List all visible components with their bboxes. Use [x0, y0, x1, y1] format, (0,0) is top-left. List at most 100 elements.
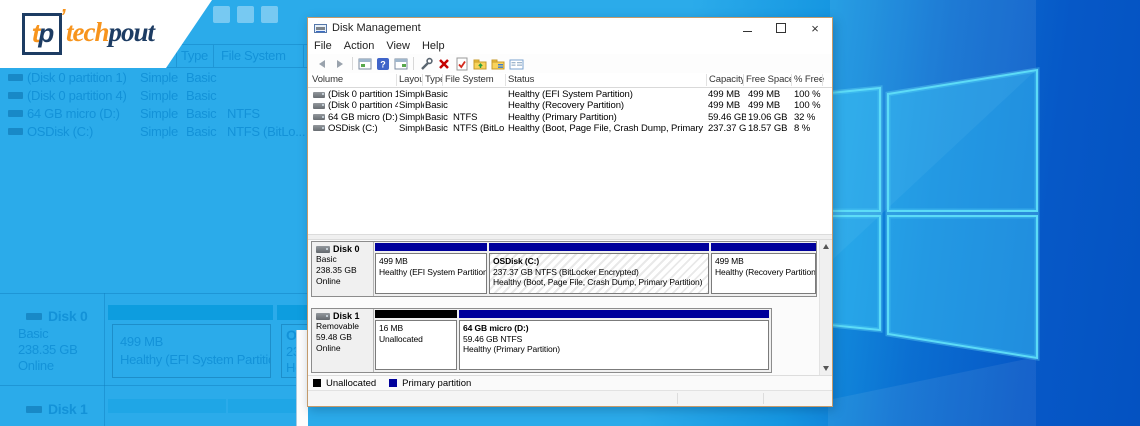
volume-list-pane: Volume Layout Type File System Status Ca…: [308, 73, 832, 234]
scroll-up-button[interactable]: [820, 240, 832, 253]
column-header-capacity[interactable]: Capacity: [709, 73, 743, 87]
column-header-layout[interactable]: Layout: [399, 73, 423, 87]
bg-row-volume: (Disk 0 partition 4): [27, 88, 126, 103]
bg-disk1-name: Disk 1: [48, 401, 87, 417]
scroll-up-icon: [823, 244, 829, 249]
volume-icon: [313, 103, 325, 109]
wallpaper-pane-top-right: [888, 70, 1037, 211]
disk0-partition-recovery[interactable]: 499 MB Healthy (Recovery Partition): [711, 243, 816, 294]
menu-bar: File Action View Help: [308, 38, 832, 55]
scroll-down-icon: [823, 366, 829, 371]
bg-row-volume: (Disk 0 partition 1): [27, 70, 126, 85]
bg-drive-icon: [8, 92, 23, 99]
bg-disk0-name: Disk 0: [48, 308, 87, 324]
folder-options-icon[interactable]: [489, 56, 507, 72]
disk0-partition-efi[interactable]: 499 MB Healthy (EFI System Partition: [375, 243, 487, 294]
legend-label-primary: Primary partition: [402, 378, 471, 389]
delete-volume-icon[interactable]: [435, 56, 453, 72]
techpout-wordmark: techpout: [66, 17, 154, 48]
check-mark-document-icon[interactable]: [453, 56, 471, 72]
menu-view[interactable]: View: [386, 40, 410, 52]
title-bar[interactable]: Disk Management ×: [308, 18, 832, 38]
maximize-icon: [776, 23, 786, 33]
back-icon[interactable]: [313, 56, 331, 72]
disk1-partition-d[interactable]: 64 GB micro (D:) 59.46 GB NTFS Healthy (…: [459, 310, 769, 370]
menu-action[interactable]: Action: [344, 40, 375, 52]
bg-drive-icon: [8, 128, 23, 135]
partition-color-bar: [489, 243, 709, 251]
legend-swatch-primary: [389, 379, 397, 387]
volume-icon: [313, 92, 325, 98]
status-bar: [308, 390, 832, 406]
caption-controls: ×: [730, 18, 832, 38]
ghost-toolbar-icon: [213, 6, 230, 23]
bg-partition-bar: [108, 399, 226, 413]
techpout-logo-mark: tp: [22, 13, 62, 55]
vertical-scrollbar[interactable]: [819, 240, 832, 375]
volume-icon: [313, 125, 325, 131]
minimize-icon: [743, 31, 752, 32]
column-header-type[interactable]: Type: [425, 73, 443, 87]
scroll-down-button[interactable]: [820, 362, 832, 375]
help-icon[interactable]: ?: [374, 56, 392, 72]
partition-color-bar: [459, 310, 769, 318]
disk1-label[interactable]: Disk 1 Removable 59.48 GB Online: [312, 309, 374, 372]
column-header-status[interactable]: Status: [508, 73, 704, 87]
disk0-name: Disk 0: [333, 244, 360, 254]
toolbar: ?: [308, 54, 832, 74]
disk0-row: Disk 0 Basic 238.35 GB Online 499 MB Hea…: [311, 241, 817, 297]
bg-drive-icon: [8, 74, 23, 81]
folder-export-icon[interactable]: [471, 56, 489, 72]
bg-row-volume: OSDisk (C:): [27, 124, 93, 139]
disk1-name: Disk 1: [333, 311, 360, 321]
volume-icon: [313, 114, 325, 120]
bg-col-type: Type: [181, 48, 208, 63]
disk1-unallocated[interactable]: 16 MB Unallocated: [375, 310, 457, 370]
menu-help[interactable]: Help: [422, 40, 445, 52]
forward-icon[interactable]: [331, 56, 349, 72]
table-row[interactable]: 64 GB micro (D:) Simple Basic NTFS Healt…: [308, 112, 832, 123]
list-header: Volume Layout Type File System Status Ca…: [308, 73, 832, 88]
column-header-volume[interactable]: Volume: [312, 73, 396, 87]
disk0-partition-osdisk[interactable]: OSDisk (C:) 237.37 GB NTFS (BitLocker En…: [489, 243, 709, 294]
maximize-button[interactable]: [764, 18, 798, 38]
toolbar-separator: [352, 57, 353, 70]
bg-row-volume: 64 GB micro (D:): [27, 106, 120, 121]
disk-icon: [316, 313, 330, 320]
details-view-icon[interactable]: [507, 56, 525, 72]
disk-icon: [316, 246, 330, 253]
legend-swatch-unallocated: [313, 379, 321, 387]
table-row[interactable]: (Disk 0 partition 1) Simple Basic Health…: [308, 89, 832, 100]
partition-color-bar: [375, 310, 457, 318]
bg-partition-bar: [108, 305, 273, 320]
show-action-pane-icon[interactable]: [392, 56, 410, 72]
disk1-row: Disk 1 Removable 59.48 GB Online 16 MB U…: [311, 308, 772, 373]
disk-management-app-icon: [314, 22, 327, 35]
bg-col-filesystem: File System: [221, 48, 286, 63]
bg-partition-bar: [277, 305, 307, 320]
graphical-view-pane: Disk 0 Basic 238.35 GB Online 499 MB Hea…: [308, 240, 832, 375]
ghost-toolbar-icon: [261, 6, 278, 23]
close-icon: ×: [811, 22, 819, 35]
minimize-button[interactable]: [730, 18, 764, 38]
disk-tools-icon[interactable]: [417, 56, 435, 72]
toolbar-separator: [413, 57, 414, 70]
disk0-label[interactable]: Disk 0 Basic 238.35 GB Online: [312, 242, 374, 296]
ghost-toolbar-icon: [237, 6, 254, 23]
table-row[interactable]: (Disk 0 partition 4) Simple Basic Health…: [308, 100, 832, 111]
partition-color-bar: [375, 243, 487, 251]
bg-disk-icon: [26, 313, 42, 320]
close-button[interactable]: ×: [798, 18, 832, 38]
disk-management-window: Disk Management × File Action View Help …: [307, 17, 833, 407]
legend-label-unallocated: Unallocated: [326, 378, 376, 389]
bg-disk-icon: [26, 406, 42, 413]
desktop: Type File System (Disk 0 partition 1) Si…: [0, 0, 1140, 426]
column-header-freespace[interactable]: Free Space: [746, 73, 791, 87]
column-header-filesystem[interactable]: File System: [445, 73, 503, 87]
column-header-pctfree[interactable]: % Free: [794, 73, 824, 87]
wallpaper-pane-bottom-right: [888, 216, 1037, 358]
show-console-tree-icon[interactable]: [356, 56, 374, 72]
svg-text:?: ?: [380, 59, 386, 69]
table-row[interactable]: OSDisk (C:) Simple Basic NTFS (BitLo... …: [308, 123, 832, 134]
menu-file[interactable]: File: [314, 40, 332, 52]
